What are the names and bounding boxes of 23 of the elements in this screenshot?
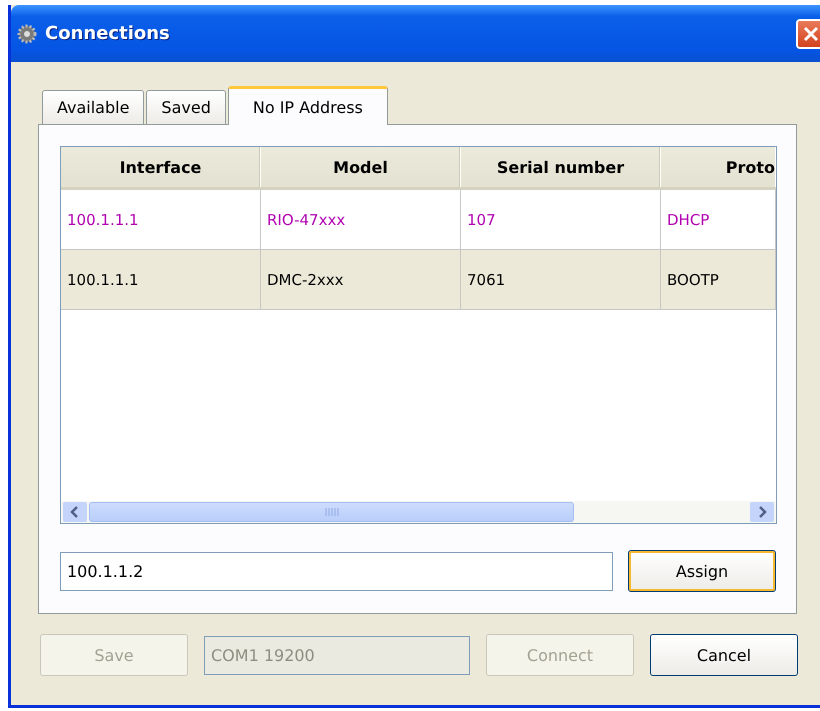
horizontal-scrollbar[interactable] — [61, 501, 776, 523]
address-field[interactable]: 100.1.1.2 — [60, 552, 613, 590]
gear-icon — [17, 24, 37, 44]
footer-button[interactable]: Cancel — [650, 634, 798, 676]
tab[interactable]: Available — [42, 90, 144, 124]
grip-icon — [324, 508, 338, 516]
column-header[interactable]: Interface — [61, 147, 261, 187]
close-icon — [802, 24, 820, 42]
table-cell: DMC-2xxx — [261, 250, 461, 310]
column-header[interactable]: Serial number — [461, 147, 661, 187]
tab[interactable]: Saved — [146, 90, 226, 124]
tab[interactable]: No IP Address — [228, 86, 388, 125]
scrollbar-thumb[interactable] — [89, 502, 574, 522]
close-button[interactable] — [796, 18, 820, 48]
column-header[interactable]: Proto — [661, 147, 776, 187]
table-cell: BOOTP — [661, 250, 776, 310]
scroll-right-button[interactable] — [750, 502, 774, 522]
assign-button[interactable]: Assign — [628, 550, 776, 592]
table-cell: 7061 — [461, 250, 661, 310]
window-title: Connections — [45, 23, 170, 44]
column-header[interactable]: Model — [261, 147, 461, 187]
scroll-left-button[interactable] — [63, 502, 87, 522]
table-cell: 100.1.1.1 — [61, 250, 261, 310]
